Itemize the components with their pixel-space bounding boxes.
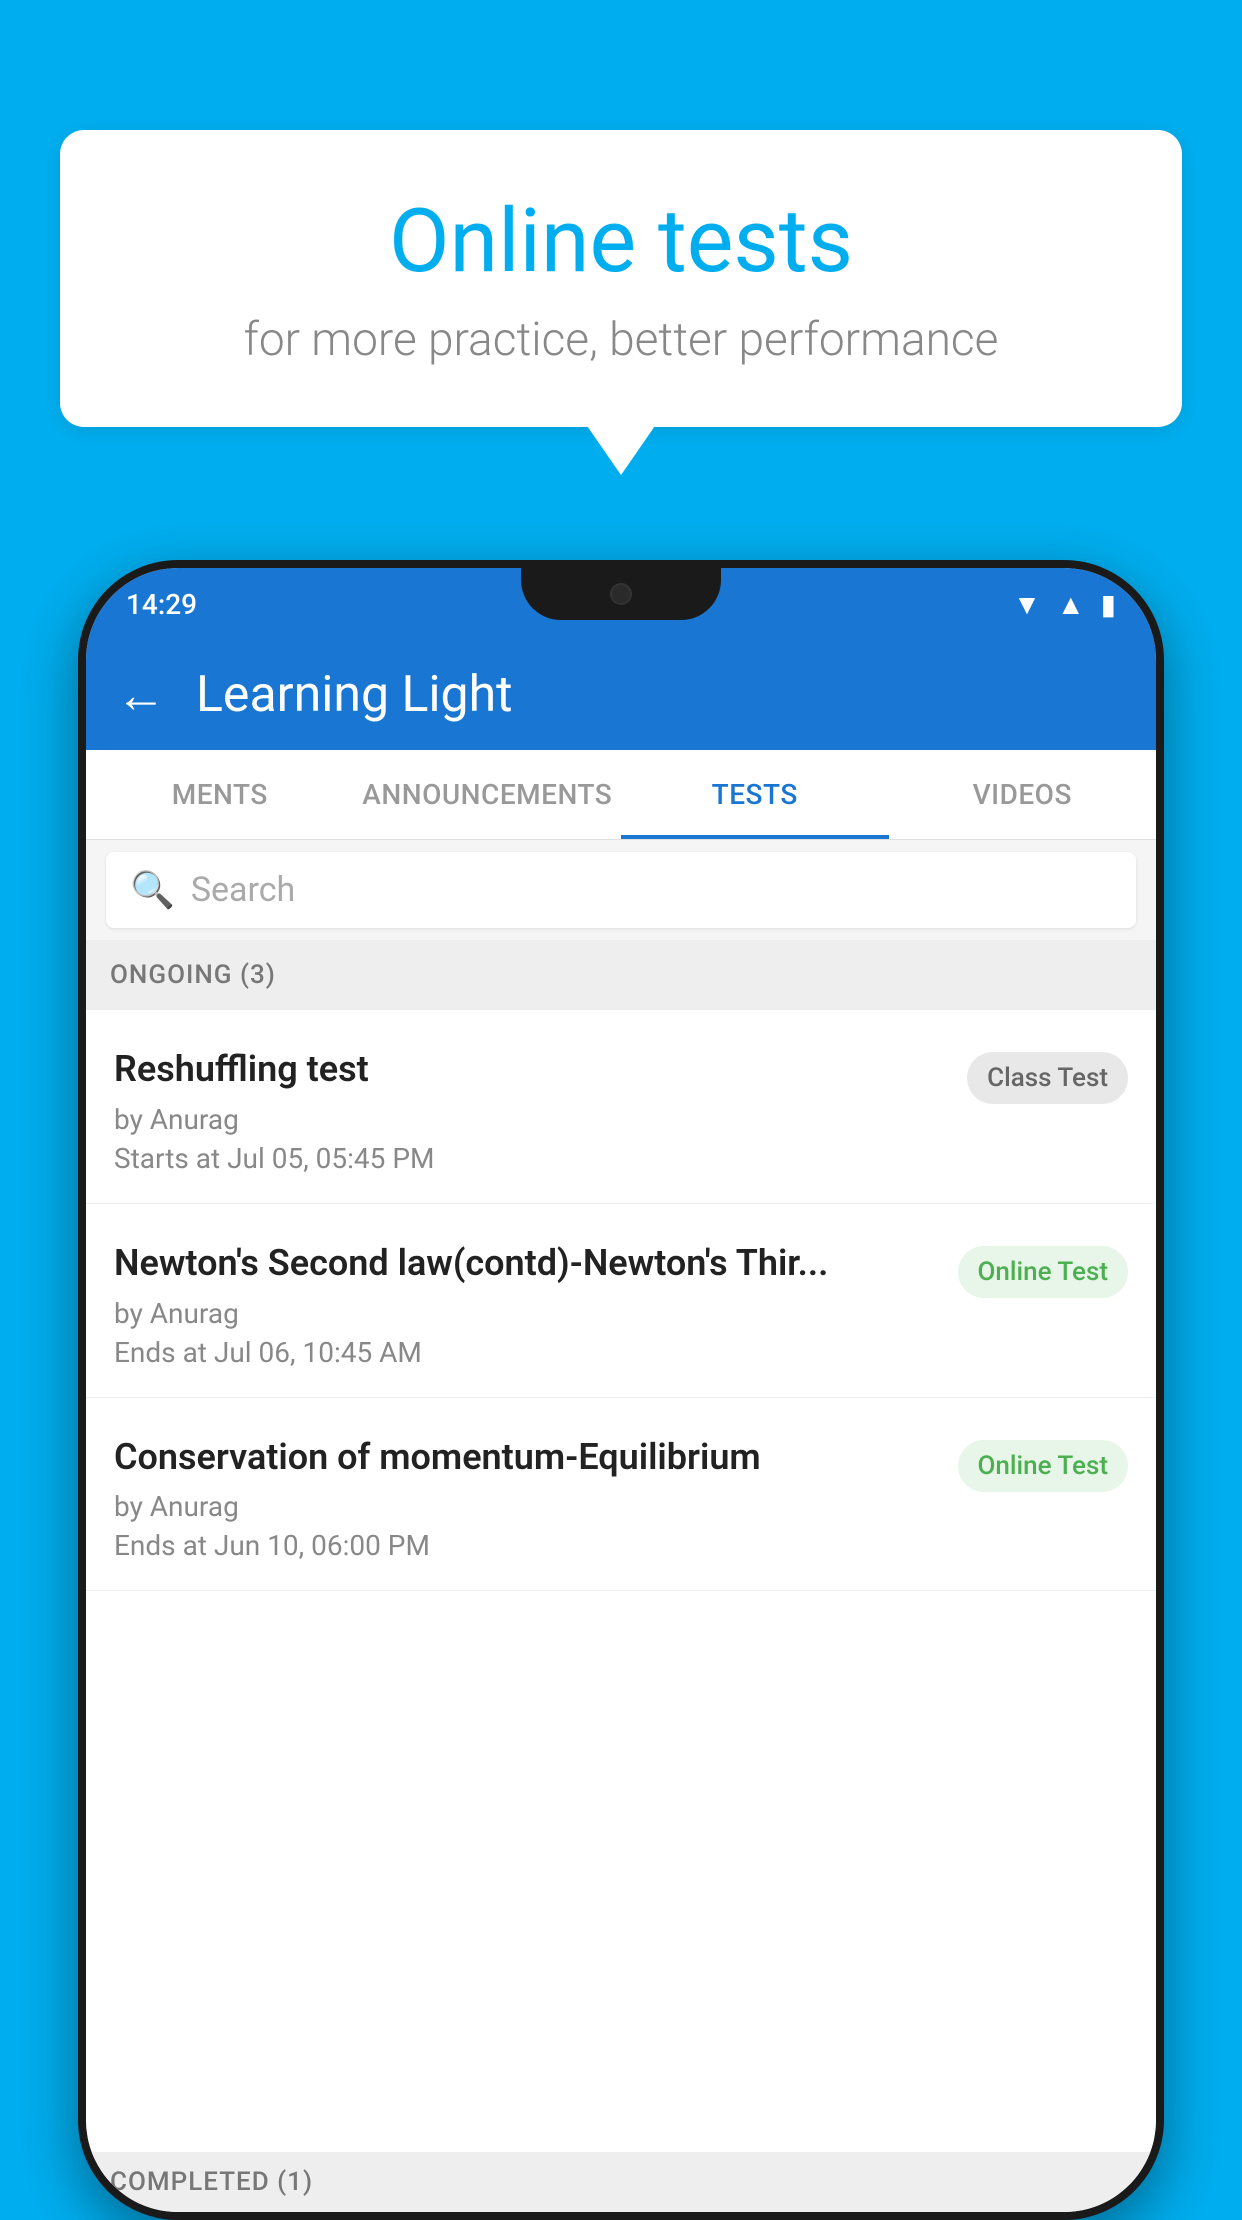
tab-tests[interactable]: TESTS (621, 750, 889, 839)
test-by-3: by Anurag (114, 1490, 938, 1523)
tabs-bar: MENTS ANNOUNCEMENTS TESTS VIDEOS (86, 750, 1156, 840)
search-input[interactable]: Search (191, 870, 295, 910)
test-content-3: Conservation of momentum-Equilibrium by … (114, 1434, 958, 1563)
test-badge-online-3: Online Test (958, 1440, 1129, 1492)
app-title: Learning Light (196, 666, 513, 724)
tab-ments[interactable]: MENTS (86, 750, 354, 839)
completed-section-header: COMPLETED (1) (86, 2152, 1156, 2212)
search-container: 🔍 Search (86, 840, 1156, 940)
test-date-3: Ends at Jun 10, 06:00 PM (114, 1529, 938, 1562)
ongoing-section-header: ONGOING (3) (86, 940, 1156, 1010)
search-input-wrapper[interactable]: 🔍 Search (106, 852, 1136, 928)
completed-label: COMPLETED (1) (110, 2167, 313, 2197)
phone-frame: 14:29 ▼ ▲ ▮ ← Learning Light MENTS ANNOU… (78, 560, 1164, 2220)
test-item-conservation[interactable]: Conservation of momentum-Equilibrium by … (86, 1398, 1156, 1592)
tab-videos[interactable]: VIDEOS (889, 750, 1157, 839)
status-time: 14:29 (126, 588, 197, 621)
back-button[interactable]: ← (116, 666, 166, 725)
test-badge-class-1: Class Test (967, 1052, 1128, 1104)
test-name-3: Conservation of momentum-Equilibrium (114, 1434, 938, 1481)
test-date-1: Starts at Jul 05, 05:45 PM (114, 1142, 947, 1175)
test-content-2: Newton's Second law(contd)-Newton's Thir… (114, 1240, 958, 1369)
test-item-reshuffling[interactable]: Reshuffling test by Anurag Starts at Jul… (86, 1010, 1156, 1204)
test-name-2: Newton's Second law(contd)-Newton's Thir… (114, 1240, 938, 1287)
phone-screen: 14:29 ▼ ▲ ▮ ← Learning Light MENTS ANNOU… (86, 568, 1156, 2212)
signal-icon: ▲ (1057, 588, 1085, 621)
test-date-2: Ends at Jul 06, 10:45 AM (114, 1336, 938, 1369)
search-icon: 🔍 (130, 869, 175, 911)
wifi-icon: ▼ (1013, 588, 1041, 621)
test-by-2: by Anurag (114, 1297, 938, 1330)
battery-icon: ▮ (1101, 588, 1116, 621)
test-name-1: Reshuffling test (114, 1046, 947, 1093)
speech-bubble: Online tests for more practice, better p… (60, 130, 1182, 427)
ongoing-label: ONGOING (3) (110, 960, 276, 990)
tests-list: Reshuffling test by Anurag Starts at Jul… (86, 1010, 1156, 2212)
tab-announcements[interactable]: ANNOUNCEMENTS (354, 750, 622, 839)
speech-bubble-container: Online tests for more practice, better p… (60, 130, 1182, 427)
test-item-newton[interactable]: Newton's Second law(contd)-Newton's Thir… (86, 1204, 1156, 1398)
test-content-1: Reshuffling test by Anurag Starts at Jul… (114, 1046, 967, 1175)
test-by-1: by Anurag (114, 1103, 947, 1136)
camera (610, 583, 632, 605)
bubble-title: Online tests (140, 190, 1102, 293)
status-icons: ▼ ▲ ▮ (1013, 588, 1116, 621)
bubble-subtitle: for more practice, better performance (140, 313, 1102, 367)
notch (521, 568, 721, 620)
test-badge-online-2: Online Test (958, 1246, 1129, 1298)
app-header: ← Learning Light (86, 640, 1156, 750)
